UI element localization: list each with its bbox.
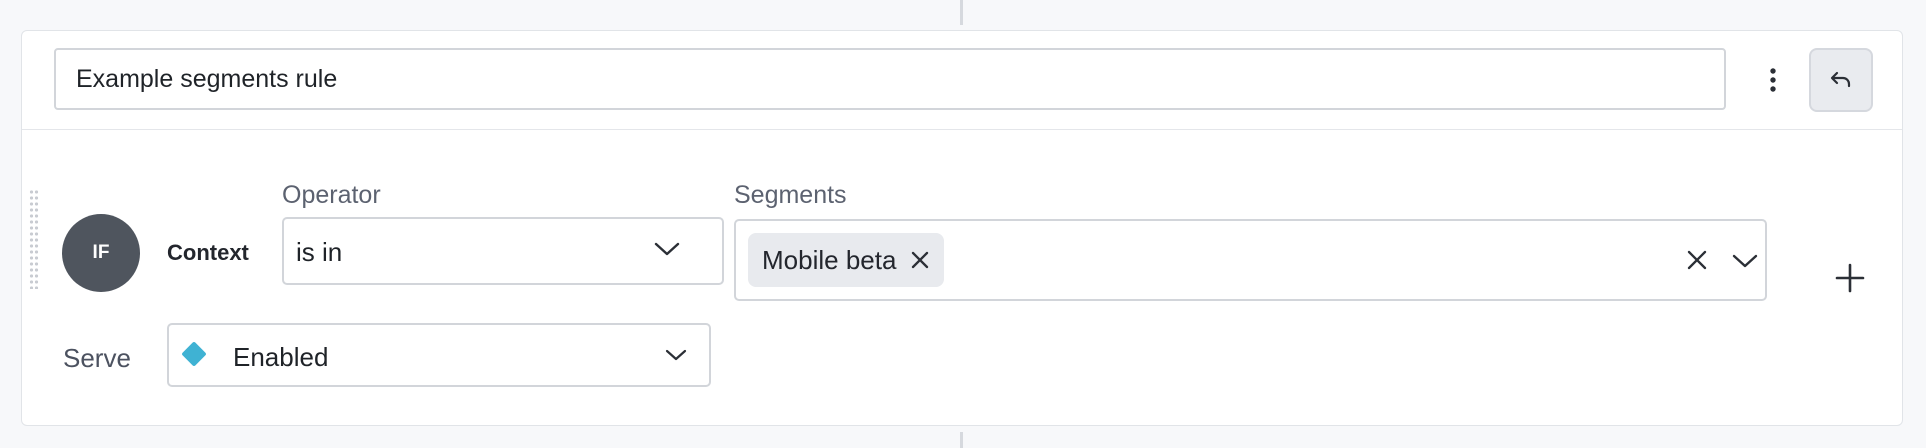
chevron-down-icon — [665, 348, 687, 362]
rule-card: IF Context Operator is in Segments Mobil… — [21, 30, 1903, 426]
undo-button[interactable] — [1809, 48, 1873, 112]
operator-label: Operator — [282, 181, 381, 209]
operator-value: is in — [296, 237, 343, 267]
operator-select[interactable]: is in — [282, 217, 724, 285]
close-icon — [912, 251, 929, 269]
if-badge: IF — [62, 214, 140, 292]
serve-label: Serve — [63, 343, 131, 373]
more-options-button[interactable] — [1753, 58, 1793, 102]
plus-icon — [1835, 263, 1865, 293]
flow-connector-top — [960, 0, 963, 25]
if-badge-label: IF — [92, 242, 110, 263]
rule-header — [22, 31, 1902, 130]
undo-icon — [1830, 71, 1851, 88]
clear-segments-button[interactable] — [1686, 249, 1708, 271]
chevron-down-icon — [1732, 253, 1758, 269]
remove-segment-button[interactable] — [910, 250, 930, 270]
segment-tag-label: Mobile beta — [762, 244, 897, 275]
drag-handle[interactable] — [29, 189, 39, 289]
chevron-down-icon — [654, 241, 680, 257]
add-clause-button[interactable] — [1833, 261, 1867, 295]
segments-select[interactable]: Mobile beta — [734, 219, 1767, 301]
variation-color-icon — [181, 341, 207, 367]
segments-label: Segments — [734, 181, 847, 209]
serve-value: Enabled — [233, 342, 329, 372]
kebab-vertical-icon — [1770, 68, 1776, 92]
context-label: Context — [167, 240, 249, 265]
close-icon — [1687, 250, 1707, 270]
flow-connector-bottom — [960, 432, 963, 448]
segment-tag: Mobile beta — [748, 233, 945, 287]
rule-name-input[interactable] — [54, 48, 1726, 110]
serve-select[interactable]: Enabled — [167, 323, 711, 387]
